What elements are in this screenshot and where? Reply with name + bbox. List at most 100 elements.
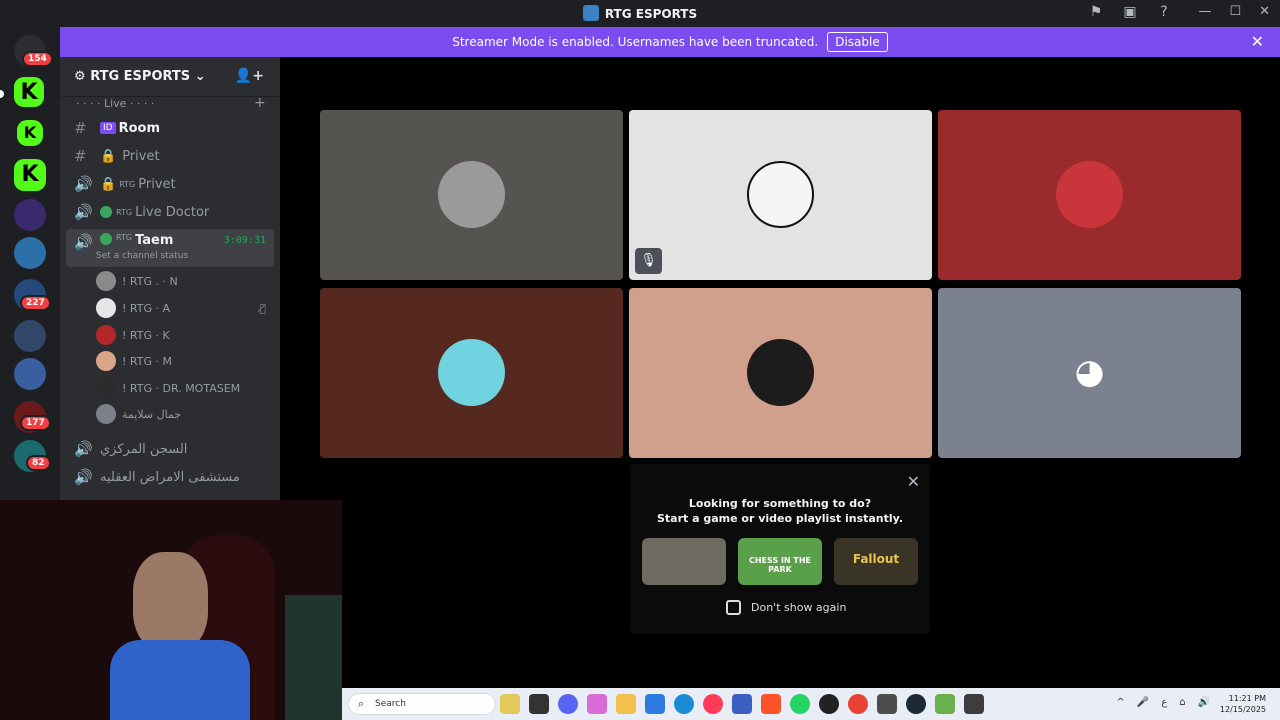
add-channel-icon[interactable]: +: [254, 95, 266, 111]
channel-status[interactable]: Set a channel status: [96, 251, 188, 261]
close-icon[interactable]: ✕: [1251, 32, 1264, 51]
voice-user[interactable]: ! RTG . · N: [96, 270, 266, 292]
dont-show-checkbox[interactable]: Don't show again: [726, 600, 846, 615]
title-bar: RTG ESPORTS ⚑ ▣ ? — ☐ ✕: [0, 0, 1280, 27]
microphone-icon[interactable]: 🎤: [1137, 697, 1149, 708]
participant-tile[interactable]: [938, 110, 1241, 280]
checkbox-icon[interactable]: [726, 600, 741, 615]
id-icon: ID: [100, 122, 116, 134]
server-badge-227: 227: [20, 295, 51, 311]
avatar: [438, 339, 505, 406]
avatar: [96, 271, 116, 291]
avatar: [96, 325, 116, 345]
channel-live-doctor[interactable]: 🔊 RTG Live Doctor: [66, 199, 274, 225]
copilot-icon[interactable]: [587, 694, 607, 714]
channel-privet-2[interactable]: 🔊 🔒 RTG Privet: [66, 171, 274, 197]
language-icon[interactable]: ع: [1161, 697, 1167, 708]
avatar: [438, 161, 505, 228]
gear-icon: ⚙: [74, 69, 86, 84]
flag-icon[interactable]: ⚑: [1086, 4, 1106, 22]
taskbar: ⌕ Search ^ 🎤 ع ⌂ 🔊 11:21 PM 12/15/2025: [342, 688, 1280, 720]
brave-icon[interactable]: [761, 694, 781, 714]
participant-tile[interactable]: [320, 110, 623, 280]
chevron-down-icon: ⌄: [194, 69, 206, 84]
participant-tile[interactable]: ◕: [938, 288, 1241, 458]
channel-privet-1[interactable]: # 🔒 Privet: [66, 143, 274, 169]
discord-taskbar-icon[interactable]: [558, 694, 578, 714]
avatar: [96, 378, 116, 398]
channel-room[interactable]: # ID Room: [66, 115, 274, 141]
participant-tile[interactable]: 🎙: [629, 110, 932, 280]
server-doctor-icon[interactable]: [14, 320, 46, 352]
guild-name: RTG ESPORTS: [90, 69, 191, 84]
close-window-button[interactable]: ✕: [1259, 4, 1270, 19]
opera-icon[interactable]: [703, 694, 723, 714]
chrome-icon[interactable]: [848, 694, 868, 714]
volume-icon[interactable]: 🔊: [1198, 697, 1210, 708]
voice-channel-icon: 🔊: [74, 233, 93, 251]
muted-mic-icon: 🎙: [635, 248, 662, 274]
category-live[interactable]: · · · · Live · · · · +: [76, 95, 266, 111]
call-timer: 3:09:31: [223, 235, 266, 246]
taskbar-search[interactable]: ⌕ Search: [348, 693, 496, 715]
voice-user[interactable]: ! RTG · DR. MOTASEM: [96, 377, 266, 399]
edge-icon[interactable]: [674, 694, 694, 714]
chevron-up-icon[interactable]: ^: [1116, 697, 1124, 708]
server-shadow-icon[interactable]: [14, 199, 46, 231]
clock[interactable]: 11:21 PM 12/15/2025: [1220, 693, 1266, 715]
voice-user[interactable]: جمال سلايمة: [96, 403, 266, 425]
avatar: [96, 404, 116, 424]
channel-arabic-1[interactable]: 🔊 السجن المركزي: [66, 436, 274, 462]
file-explorer-icon[interactable]: [616, 694, 636, 714]
activity-panel: ✕ Looking for something to do? Start a g…: [630, 464, 930, 634]
server-k-small-icon[interactable]: K: [17, 120, 43, 146]
avatar: [747, 161, 814, 228]
voice-channel-icon: 🔊: [74, 440, 93, 458]
avatar: [96, 351, 116, 371]
server-k-icon[interactable]: K: [14, 77, 44, 107]
widgets-icon[interactable]: [500, 694, 520, 714]
voice-user[interactable]: ! RTG · K: [96, 324, 266, 346]
terminal-icon[interactable]: [964, 694, 984, 714]
steam-icon[interactable]: [906, 694, 926, 714]
avatar: [1056, 161, 1123, 228]
app-dark-icon[interactable]: [819, 694, 839, 714]
app-green-icon[interactable]: [935, 694, 955, 714]
network-icon[interactable]: ⌂: [1179, 697, 1185, 708]
minimize-button[interactable]: —: [1198, 4, 1211, 19]
server-team-icon[interactable]: [14, 358, 46, 390]
voice-user[interactable]: ! RTG · A 🎙̸: [96, 297, 266, 319]
unread-pip: [0, 90, 4, 98]
server-k2-icon[interactable]: K: [14, 159, 46, 191]
shirt-shape: [110, 640, 250, 720]
server-badge-82: 82: [26, 455, 51, 471]
server-badge-177: 177: [20, 415, 51, 431]
avatar: [747, 339, 814, 406]
activity-subtitle: Start a game or video playlist instantly…: [657, 512, 903, 525]
app-gray-icon[interactable]: [877, 694, 897, 714]
server-rtg-icon[interactable]: [14, 237, 46, 269]
activity-card-fallout[interactable]: Fallout: [834, 538, 918, 585]
screen-icon[interactable]: ▣: [1120, 4, 1140, 22]
activity-card-chess[interactable]: CHESS IN THE PARK: [738, 538, 822, 585]
text-channel-icon: #: [74, 147, 87, 165]
activity-card-bobble[interactable]: [642, 538, 726, 585]
disable-button[interactable]: Disable: [827, 32, 888, 52]
whatsapp-icon[interactable]: [790, 694, 810, 714]
app-logo-icon: [582, 5, 599, 21]
help-icon[interactable]: ?: [1154, 4, 1174, 22]
participant-tile[interactable]: [629, 288, 932, 458]
streamer-mode-banner: Streamer Mode is enabled. Usernames have…: [60, 27, 1280, 57]
add-member-icon[interactable]: 👤+: [235, 68, 264, 84]
maximize-button[interactable]: ☐: [1229, 4, 1241, 19]
voice-user[interactable]: ! RTG · M: [96, 350, 266, 372]
task-view-icon[interactable]: [529, 694, 549, 714]
channel-taem[interactable]: 🔊 RTG Taem 3:09:31 Set a channel status: [66, 229, 274, 267]
app-icon[interactable]: [732, 694, 752, 714]
close-icon[interactable]: ✕: [907, 472, 920, 491]
voice-call-grid: 🎙 ◕: [320, 110, 1241, 458]
participant-tile[interactable]: [320, 288, 623, 458]
guild-header[interactable]: ⚙ RTG ESPORTS ⌄ 👤+: [60, 57, 280, 97]
store-icon[interactable]: [645, 694, 665, 714]
channel-arabic-2[interactable]: 🔊 مستشفى الامراض العقليه: [66, 464, 274, 490]
